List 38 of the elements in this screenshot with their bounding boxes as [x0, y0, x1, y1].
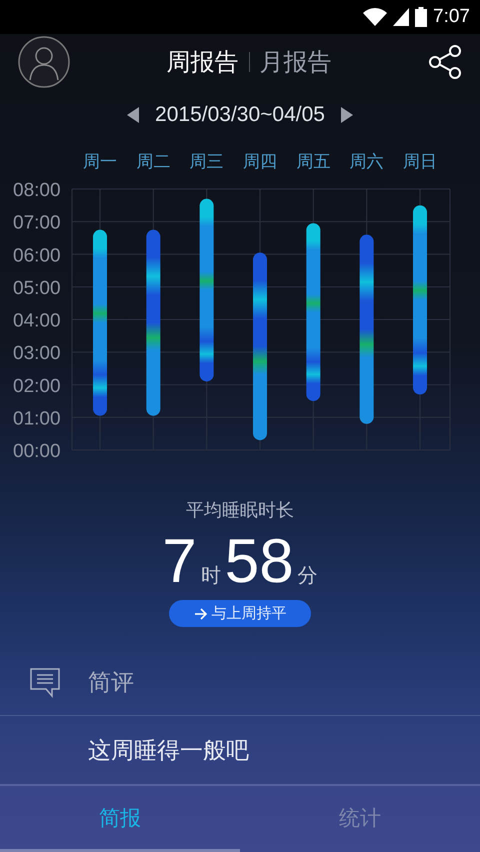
bottom-tab[interactable]: 简报 [0, 786, 240, 852]
day-label: 周五 [296, 152, 330, 172]
date-range: 2015/03/30~04/05 [155, 103, 325, 127]
axis-label: 08:00 [13, 180, 61, 201]
share-icon[interactable] [428, 44, 462, 80]
comment-icon [30, 668, 60, 698]
day-label: 周二 [136, 152, 170, 172]
minutes-value: 58 [224, 528, 294, 596]
previous-icon[interactable] [127, 107, 140, 123]
axis-label: 03:00 [13, 343, 61, 364]
axis-label: 00:00 [13, 441, 61, 462]
axis-label: 04:00 [13, 310, 61, 332]
axis-label: 07:00 [13, 212, 61, 234]
axis-label: 01:00 [13, 408, 61, 430]
comparison-text: 与上周持平 [212, 604, 286, 623]
hours-value: 7 [162, 528, 197, 596]
report-tab[interactable]: 月报告 [250, 46, 342, 78]
axis-label: 05:00 [13, 278, 61, 299]
wifi-icon [363, 8, 388, 26]
axis-label: 02:00 [13, 376, 61, 397]
day-label: 周三 [190, 152, 224, 172]
day-label: 周日 [403, 152, 437, 172]
battery-icon [415, 7, 428, 27]
axis-label: 06:00 [13, 245, 61, 266]
summary-title: 平均睡眠时长 [186, 499, 294, 522]
avatar-icon[interactable] [18, 36, 70, 88]
minutes-unit: 分 [298, 562, 318, 589]
signal-icon [393, 8, 410, 26]
day-label: 周六 [350, 152, 384, 172]
review-title: 简评 [88, 669, 134, 698]
clock-time: 7:07 [433, 6, 470, 28]
arrow-icon [194, 606, 208, 620]
report-tab[interactable]: 周报告 [156, 46, 248, 78]
next-icon[interactable] [340, 107, 353, 123]
day-label: 周四 [243, 152, 277, 172]
day-label: 周一 [83, 152, 117, 172]
hours-unit: 时 [200, 562, 221, 589]
review-text: 这周睡得一般吧 [0, 716, 480, 786]
